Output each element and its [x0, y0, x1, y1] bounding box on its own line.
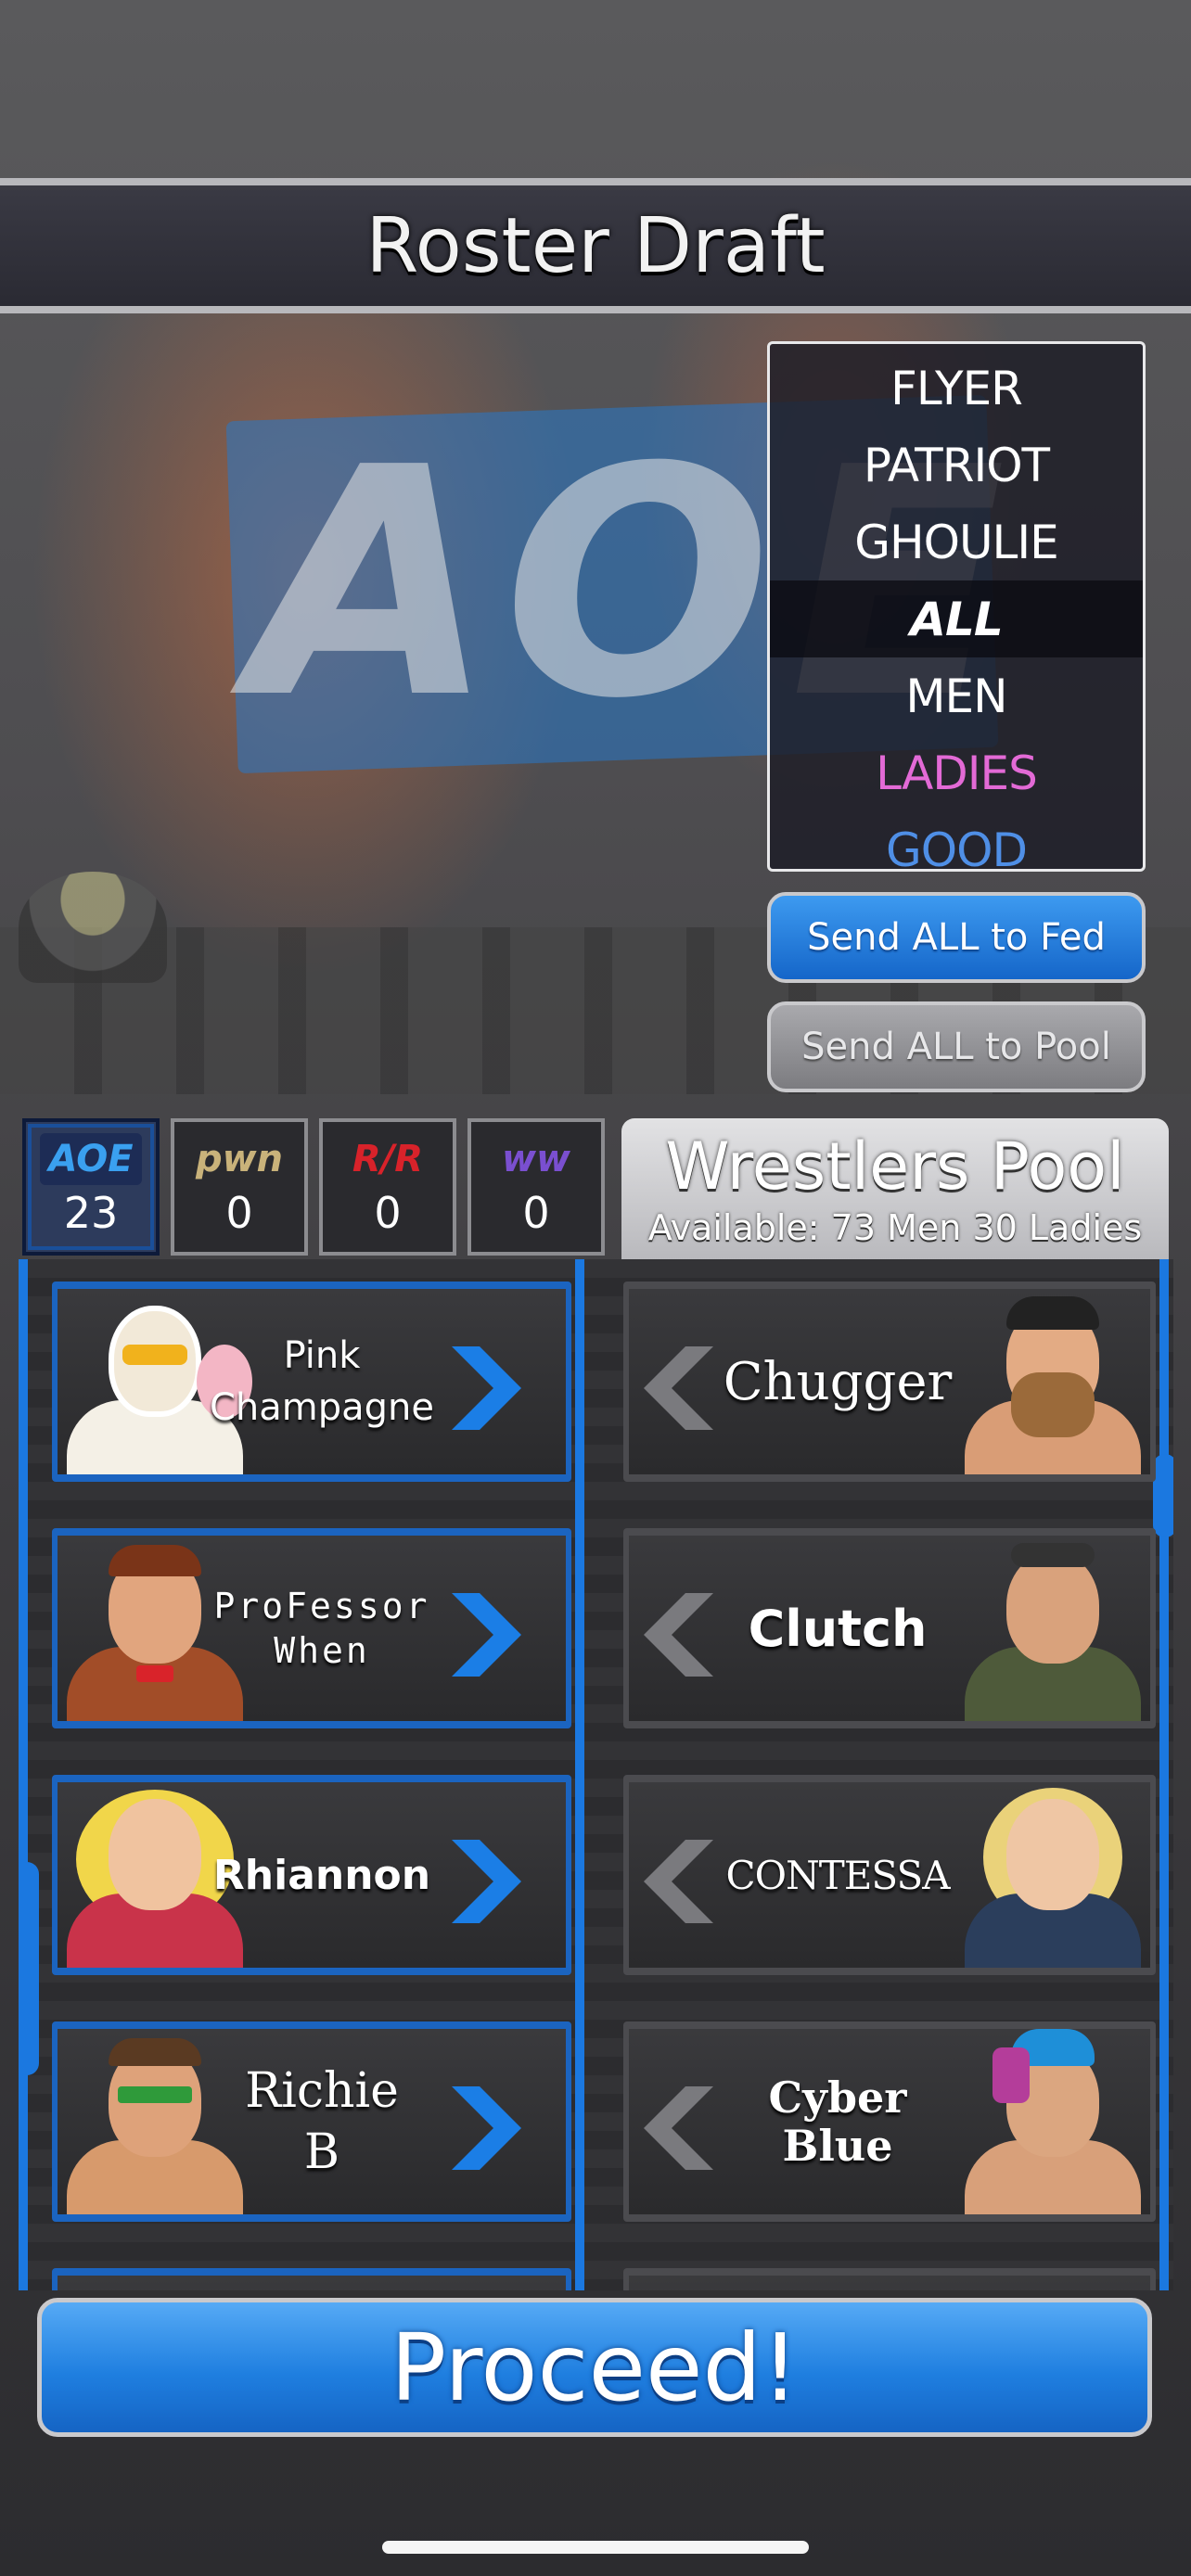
wrestler-name: Rhiannon — [212, 1851, 431, 1899]
filter-item-good[interactable]: GOOD — [770, 811, 1143, 888]
pool-wrestler-card-contessa[interactable]: CONTESSA — [623, 1775, 1156, 1975]
roster-list[interactable]: Pink Champagne Chugger ProFessor When Cl… — [19, 1259, 1173, 2290]
pool-wrestler-card-cyber-blue[interactable]: Cyber Blue — [623, 2021, 1156, 2222]
fed-tab-aoe[interactable]: AOE 23 — [22, 1118, 160, 1256]
pool-available-count: Available: 73 Men 30 Ladies — [647, 1207, 1143, 1248]
proceed-button[interactable]: Proceed! — [37, 2298, 1152, 2437]
fed-count: 23 — [63, 1188, 119, 1238]
wrestler-portrait — [58, 1536, 252, 1721]
pool-wrestler-card-clutch[interactable]: Clutch — [623, 1528, 1156, 1728]
fed-tab-pwn[interactable]: pwn 0 — [171, 1118, 308, 1256]
filter-item-ladies[interactable]: LADIES — [770, 734, 1143, 811]
wrestler-portrait — [955, 2029, 1150, 2214]
ww-logo: ww — [502, 1138, 570, 1180]
wrestler-portrait — [955, 1782, 1150, 1968]
fed-wrestler-card-partial[interactable] — [52, 2268, 571, 2290]
wrestler-portrait — [58, 2029, 252, 2214]
fed-count: 0 — [522, 1188, 550, 1238]
stage-lamp — [19, 872, 167, 983]
wrestler-name: Cyber Blue — [768, 2072, 907, 2171]
roster-row: ProFessor When Clutch — [19, 1506, 1173, 1736]
filter-item-patriot[interactable]: PATRIOT — [770, 427, 1143, 504]
fed-wrestler-card-richie-b[interactable]: Richie B — [52, 2021, 571, 2222]
filter-item-flyer[interactable]: FLYER — [770, 350, 1143, 427]
aoe-logo: AOE — [40, 1133, 142, 1185]
send-to-pool-arrow-icon[interactable] — [447, 1346, 521, 1430]
send-to-pool-arrow-icon[interactable] — [447, 1840, 521, 1923]
wrestler-name: ProFessor When — [213, 1586, 430, 1671]
fed-tab-ww[interactable]: ww 0 — [467, 1118, 605, 1256]
pool-wrestler-card-chugger[interactable]: Chugger — [623, 1282, 1156, 1482]
fed-wrestler-card-professor-when[interactable]: ProFessor When — [52, 1528, 571, 1728]
pool-title: Wrestlers Pool — [665, 1129, 1125, 1205]
send-to-pool-arrow-icon[interactable] — [447, 2086, 521, 2170]
fed-count: 0 — [225, 1188, 253, 1238]
pwn-logo: pwn — [195, 1138, 284, 1180]
filter-list[interactable]: FLYER PATRIOT GHOULIE ALL MEN LADIES GOO… — [767, 341, 1146, 877]
send-to-fed-arrow-icon[interactable] — [644, 2086, 718, 2170]
filter-item-ghoulie[interactable]: GHOULIE — [770, 504, 1143, 580]
rnr-logo: R/R — [352, 1138, 424, 1180]
roster-row — [19, 2246, 1173, 2290]
pool-wrestler-card-partial[interactable] — [623, 2268, 1156, 2290]
roster-row: Rhiannon CONTESSA — [19, 1753, 1173, 1983]
send-to-fed-arrow-icon[interactable] — [644, 1346, 718, 1430]
filter-item-all[interactable]: ALL — [770, 580, 1143, 657]
fed-wrestler-card-rhiannon[interactable]: Rhiannon — [52, 1775, 571, 1975]
wrestler-portrait — [955, 1289, 1150, 1474]
fed-count: 0 — [374, 1188, 402, 1238]
send-all-to-pool-button[interactable]: Send ALL to Pool — [767, 1001, 1146, 1092]
send-to-fed-arrow-icon[interactable] — [644, 1840, 718, 1923]
fed-tab-rnr[interactable]: R/R 0 — [319, 1118, 456, 1256]
roster-row: Pink Champagne Chugger — [19, 1259, 1173, 1489]
wrestler-portrait — [955, 1536, 1150, 1721]
home-indicator[interactable] — [382, 2541, 809, 2554]
wrestler-name: CONTESSA — [725, 1852, 950, 1898]
roster-row: Richie B Cyber Blue — [19, 1999, 1173, 2229]
filter-item-men[interactable]: MEN — [770, 657, 1143, 734]
wrestler-name: Pink Champagne — [210, 1334, 435, 1429]
wrestlers-pool-header: Wrestlers Pool Available: 73 Men 30 Ladi… — [621, 1118, 1169, 1259]
wrestler-name: Clutch — [748, 1599, 928, 1658]
wrestler-name: Richie B — [245, 2063, 399, 2180]
fed-wrestler-card-pink-champagne[interactable]: Pink Champagne — [52, 1282, 571, 1482]
send-to-fed-arrow-icon[interactable] — [644, 1593, 718, 1677]
title-bar: Roster Draft — [0, 178, 1191, 313]
wrestler-name: Chugger — [723, 1351, 953, 1412]
page-title: Roster Draft — [365, 201, 826, 290]
send-to-pool-arrow-icon[interactable] — [447, 1593, 521, 1677]
send-all-to-fed-button[interactable]: Send ALL to Fed — [767, 892, 1146, 983]
